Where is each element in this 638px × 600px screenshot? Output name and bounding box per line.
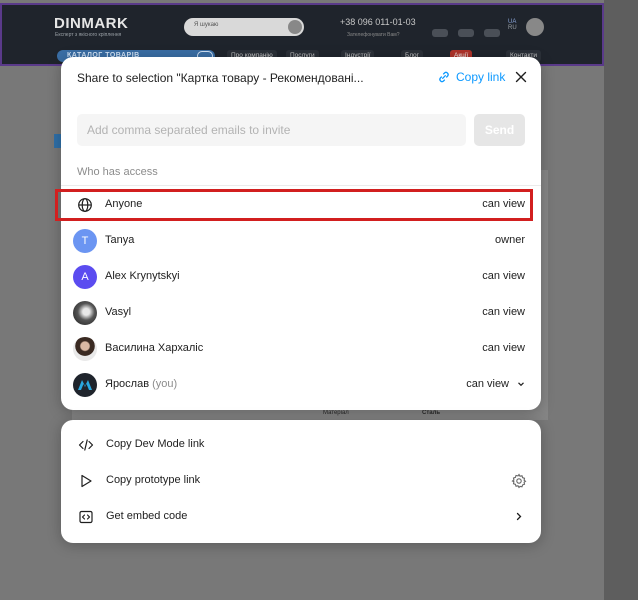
invite-email-input[interactable] (77, 114, 466, 146)
lang-ru: RU (508, 25, 517, 31)
divider (61, 185, 541, 186)
play-icon (81, 474, 92, 488)
background-table-value: Сталь (422, 410, 441, 416)
background-table-label: Матеріал (323, 410, 349, 416)
access-name: Anyone (105, 198, 143, 210)
copy-dev-mode-link-action[interactable]: Copy Dev Mode link (61, 427, 541, 463)
favorites-icon (484, 29, 500, 37)
action-label: Get embed code (106, 510, 188, 522)
get-embed-code-action[interactable]: Get embed code (61, 499, 541, 535)
access-role-label: can view (482, 270, 525, 282)
access-heading: Who has access (77, 166, 158, 178)
chevron-down-icon (518, 382, 524, 387)
avatar-initial: T (81, 235, 89, 247)
avatar-initial: A (81, 271, 89, 283)
site-phone: +38 096 011-01-03 (340, 17, 416, 27)
copy-prototype-link-action[interactable]: Copy prototype link (61, 463, 541, 499)
site-search: Я шукаю (184, 18, 304, 36)
action-label: Copy Dev Mode link (106, 438, 205, 450)
access-name: Vasyl (105, 306, 132, 318)
access-row-anyone[interactable]: Anyone can view (55, 187, 541, 223)
access-role-label: can view (482, 306, 525, 318)
send-button[interactable]: Send (474, 114, 525, 146)
gear-icon[interactable] (511, 473, 527, 489)
site-user-icon (526, 18, 544, 36)
access-row-vasyl[interactable]: Vasyl can view (61, 295, 541, 331)
access-role-label: can view (466, 378, 509, 390)
access-row-vasylyna[interactable]: Василина Хархаліс can view (61, 331, 541, 367)
site-search-placeholder: Я шукаю (194, 22, 219, 28)
action-label: Copy prototype link (106, 474, 201, 486)
code-icon (78, 439, 94, 451)
search-icon (288, 20, 302, 34)
background-scroll-area (604, 0, 638, 600)
access-role[interactable]: can view (482, 306, 525, 318)
site-lang-switch: UA RU (508, 19, 517, 31)
access-name-text: Ярослав (105, 378, 150, 390)
site-phone-sub: Зателефонувати Вам? (347, 32, 400, 38)
access-row-yaroslav[interactable]: Ярослав (you) can view (61, 367, 541, 403)
avatar (73, 337, 97, 361)
access-role[interactable]: can view (482, 270, 525, 282)
access-row-alex[interactable]: A Alex Krynytskyi can view (61, 259, 541, 295)
avatar: T (73, 229, 97, 253)
site-logo: DINMARK (54, 15, 129, 32)
access-name: Ярослав (you) (105, 378, 177, 390)
cart-icon (432, 29, 448, 37)
access-role-label: can view (482, 198, 525, 210)
copy-link-label: Copy link (456, 70, 506, 84)
avatar: A (73, 265, 97, 289)
access-role[interactable]: can view (482, 198, 525, 210)
access-role-dropdown[interactable]: can view (466, 378, 525, 390)
close-button[interactable] (513, 69, 529, 85)
access-name: Василина Хархаліс (105, 342, 204, 354)
access-role: owner (495, 234, 525, 246)
globe-icon (73, 193, 97, 217)
chevron-right-icon (516, 512, 522, 521)
embed-icon (79, 510, 93, 524)
access-row-tanya: T Tanya owner (61, 223, 541, 259)
you-label: (you) (152, 378, 178, 390)
modal-title: Share to selection "Картка товару - Реко… (77, 71, 364, 85)
logo-icon (78, 380, 92, 390)
share-actions-panel: Copy Dev Mode link Copy prototype link G… (61, 420, 541, 543)
access-role-label: owner (495, 234, 525, 246)
access-name: Tanya (105, 234, 135, 246)
access-role-label: can view (482, 342, 525, 354)
avatar (73, 301, 97, 325)
copy-link-button[interactable]: Copy link (437, 69, 505, 85)
avatar (73, 373, 97, 397)
access-name: Alex Krynytskyi (105, 270, 180, 282)
site-logo-tagline: Експерт з якісного кріплення (55, 32, 122, 38)
link-icon (439, 71, 449, 83)
share-modal: Share to selection "Картка товару - Реко… (55, 57, 541, 410)
access-role[interactable]: can view (482, 342, 525, 354)
close-icon (515, 71, 527, 83)
compare-icon (458, 29, 474, 37)
